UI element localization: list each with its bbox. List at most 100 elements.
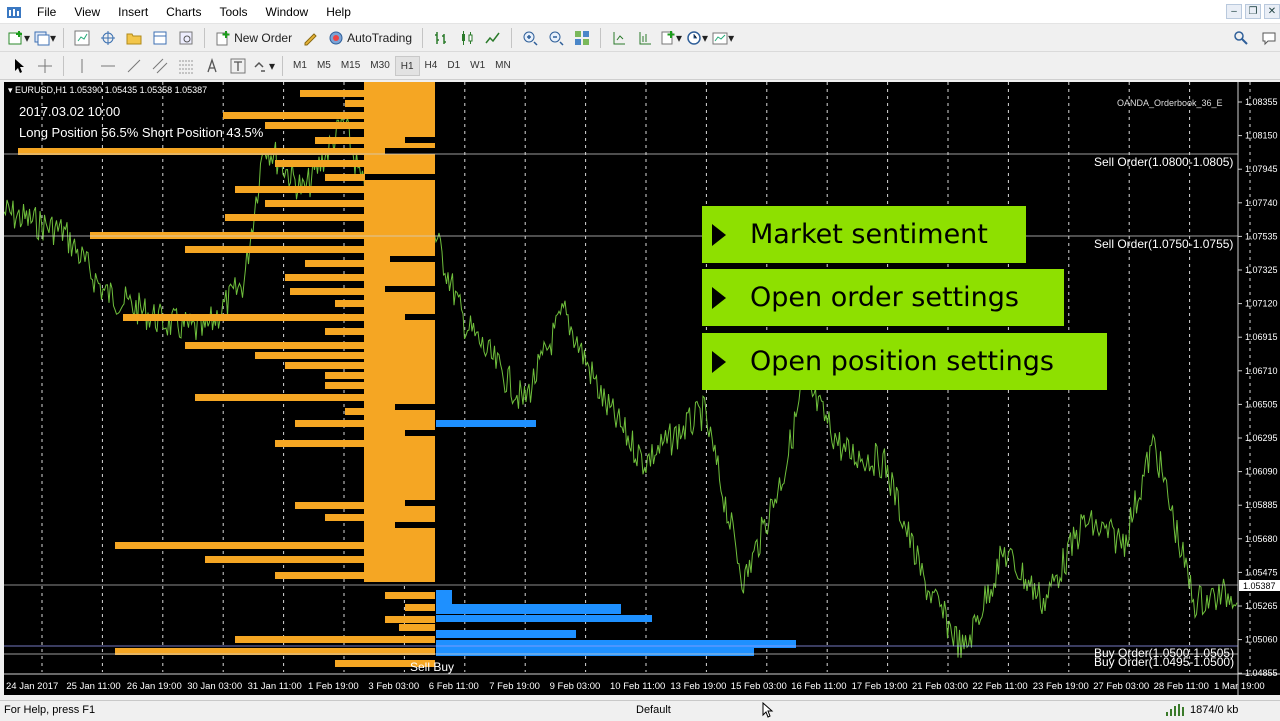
orderbook-bar [235, 186, 435, 193]
periods-button[interactable]: ▾ [686, 27, 708, 49]
trendline-tool[interactable] [123, 55, 145, 77]
menu-charts[interactable]: Charts [157, 0, 210, 24]
templates-button[interactable]: ▾ [712, 27, 734, 49]
tester-icon [179, 31, 193, 44]
line-chart-button[interactable] [482, 27, 504, 49]
orderbook-gap [405, 430, 435, 436]
callout-label: Open order settings [750, 282, 1019, 313]
price-tick-label: 1.05265 [1245, 601, 1278, 611]
crosshair-tool[interactable] [34, 55, 56, 77]
market-watch-button[interactable] [71, 27, 93, 49]
bar-chart-button[interactable] [430, 27, 452, 49]
equidistant-channel-tool[interactable] [149, 55, 171, 77]
sell-order-label-1: Sell Order(1.0800-1.0805) [1094, 155, 1234, 169]
zoom-out-button[interactable] [545, 27, 567, 49]
price-tick-label: 1.07535 [1245, 231, 1278, 241]
timeframe-h1[interactable]: H1 [394, 55, 420, 76]
date-tick-label: 13 Feb 19:00 [670, 681, 726, 692]
window-controls: – ❐ ✕ [1226, 4, 1280, 19]
toolbar-separator [422, 27, 424, 48]
chart-shift-button[interactable] [634, 27, 656, 49]
orderbook-bar-buy [436, 420, 536, 427]
orderbook-bar [275, 572, 435, 579]
timeframe-m30[interactable]: M30 [365, 56, 394, 76]
sell-buy-label: Sell Buy [410, 660, 455, 674]
candlestick-button[interactable] [456, 27, 478, 49]
data-window-button[interactable] [97, 27, 119, 49]
status-help-text: For Help, press F1 [4, 704, 96, 716]
metaeditor-button[interactable] [299, 27, 321, 49]
menu-insert[interactable]: Insert [109, 0, 157, 24]
date-tick-label: 28 Feb 11:00 [1154, 681, 1209, 692]
date-tick-label: 1 Feb 19:00 [308, 681, 359, 692]
text-label-tool[interactable] [227, 55, 249, 77]
menu-file[interactable]: File [28, 0, 65, 24]
trendline-icon [127, 59, 141, 72]
autotrading-label: AutoTrading [347, 30, 413, 45]
navigator-button[interactable] [123, 27, 145, 49]
text-tool[interactable] [201, 55, 223, 77]
date-tick-label: 7 Feb 19:00 [489, 681, 540, 692]
menu-window[interactable]: Window [257, 0, 318, 24]
strategy-tester-button[interactable] [175, 27, 197, 49]
orderbook-bar-buy [436, 630, 576, 638]
profiles-button[interactable]: ▾ [34, 27, 56, 49]
timeframe-mn[interactable]: MN [490, 56, 516, 76]
price-tick-label: 1.04855 [1245, 668, 1278, 678]
vertical-line-tool[interactable] [71, 55, 93, 77]
orderbook-bar [265, 122, 435, 129]
orderbook-bar [185, 246, 435, 253]
text-icon [207, 57, 217, 72]
chart-window[interactable]: 1.08355 1.08150 1.07945 1.07740 1.07535 1.073… [4, 82, 1280, 695]
timeframe-h4[interactable]: H4 [420, 56, 443, 76]
terminal-button[interactable] [149, 27, 171, 49]
callout-open-order-settings: Open order settings [702, 269, 1064, 326]
profiles-icon [34, 31, 50, 45]
chat-button[interactable] [1258, 27, 1280, 49]
auto-scroll-button[interactable] [608, 27, 630, 49]
timeframe-m5[interactable]: M5 [312, 56, 336, 76]
autotrading-icon [329, 31, 343, 44]
new-order-label: New Order [234, 30, 293, 45]
vertical-line-icon [81, 58, 83, 73]
restore-button[interactable]: ❐ [1245, 4, 1261, 19]
menu-tools[interactable]: Tools [211, 0, 257, 24]
minimize-button[interactable]: – [1226, 4, 1242, 19]
date-tick-label: 15 Feb 03:00 [731, 681, 787, 692]
orderbook-bar [275, 160, 435, 167]
price-tick-label: 1.07740 [1245, 198, 1278, 208]
orderbook-gap [395, 522, 435, 528]
bar-chart-icon [435, 31, 447, 44]
new-order-button[interactable]: New Order [212, 27, 295, 49]
channel-icon [152, 58, 168, 73]
terminal-icon [153, 31, 167, 44]
autotrading-button[interactable]: AutoTrading [325, 27, 415, 49]
arrows-tool[interactable]: ▾ [253, 55, 275, 77]
close-button[interactable]: ✕ [1264, 4, 1280, 19]
horizontal-line-tool[interactable] [97, 55, 119, 77]
auto-scroll-icon [613, 31, 626, 44]
timeframe-w1[interactable]: W1 [465, 56, 490, 76]
date-tick-label: 6 Feb 11:00 [429, 681, 479, 692]
indicator-name: OANDA_Orderbook_36_E [1117, 98, 1223, 108]
status-bar: For Help, press F1 Default 1874/0 kb [0, 700, 1280, 720]
menu-view[interactable]: View [65, 0, 109, 24]
fibonacci-tool[interactable] [175, 55, 197, 77]
timeframe-m15[interactable]: M15 [336, 56, 365, 76]
orderbook-bar-buy [436, 615, 652, 622]
timeframe-m1[interactable]: M1 [288, 56, 312, 76]
callout-label: Open position settings [750, 346, 1054, 377]
price-tick-label: 1.08150 [1245, 131, 1278, 141]
date-tick-label: 30 Jan 03:00 [187, 681, 242, 692]
orderbook-gap [395, 404, 435, 410]
new-chart-button[interactable]: ▾ [8, 27, 30, 49]
tile-windows-button[interactable] [571, 27, 593, 49]
cursor-tool[interactable] [8, 55, 30, 77]
indicators-button[interactable]: ▾ [660, 27, 682, 49]
search-button[interactable] [1230, 27, 1252, 49]
orderbook-bar [115, 542, 435, 549]
menu-help[interactable]: Help [317, 0, 360, 24]
timeframe-d1[interactable]: D1 [442, 56, 465, 76]
market-watch-icon [74, 30, 90, 45]
zoom-in-button[interactable] [519, 27, 541, 49]
